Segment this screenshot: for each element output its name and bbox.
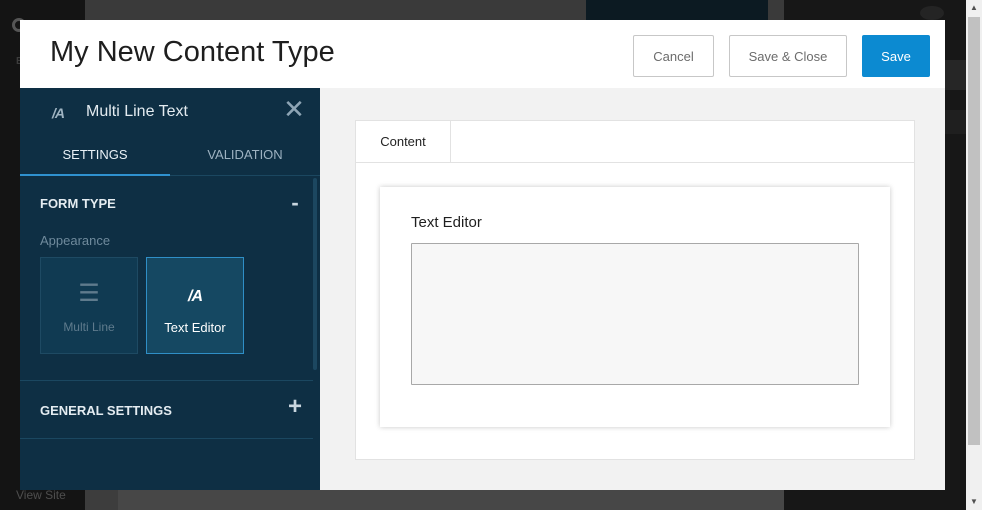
form-type-option-label: Multi Line bbox=[63, 320, 115, 334]
tab-validation[interactable]: VALIDATION bbox=[170, 140, 320, 176]
lines-icon: ☰ bbox=[78, 280, 100, 307]
form-type-option-text-editor[interactable]: /A Text Editor bbox=[146, 257, 244, 354]
form-type-title[interactable]: FORM TYPE bbox=[40, 196, 116, 211]
modal-header: My New Content Type Cancel Save & Close … bbox=[20, 20, 945, 88]
appearance-label: Appearance bbox=[40, 233, 111, 248]
page-scrollbar[interactable]: ▲ ▼ bbox=[966, 0, 982, 510]
collapse-icon[interactable]: - bbox=[286, 192, 304, 214]
text-editor-field[interactable] bbox=[411, 243, 859, 385]
text-editor-icon: /A bbox=[52, 105, 65, 121]
form-type-section: FORM TYPE - Appearance ☰ Multi Line /A T… bbox=[20, 176, 313, 381]
settings-panel-body: FORM TYPE - Appearance ☰ Multi Line /A T… bbox=[20, 176, 320, 490]
scroll-down-arrow-icon[interactable]: ▼ bbox=[966, 494, 982, 510]
cancel-button[interactable]: Cancel bbox=[633, 35, 714, 77]
expand-icon[interactable]: + bbox=[286, 395, 304, 419]
modal-title: My New Content Type bbox=[50, 36, 335, 68]
tab-content[interactable]: Content bbox=[356, 121, 451, 163]
form-type-option-multi-line[interactable]: ☰ Multi Line bbox=[40, 257, 138, 354]
tab-settings[interactable]: SETTINGS bbox=[20, 140, 170, 176]
content-preview-area: Content Text Editor bbox=[320, 88, 945, 490]
field-preview[interactable]: Text Editor bbox=[380, 187, 890, 427]
text-editor-icon: /A bbox=[188, 288, 203, 305]
save-and-close-button[interactable]: Save & Close bbox=[729, 35, 847, 77]
content-preview-card: Content Text Editor bbox=[355, 120, 915, 460]
background-top-panel bbox=[586, 0, 768, 20]
scrollbar-thumb[interactable] bbox=[968, 17, 980, 445]
content-tabbar: Content bbox=[356, 121, 914, 163]
background-bottom-strip bbox=[118, 490, 784, 510]
field-preview-label: Text Editor bbox=[411, 214, 482, 231]
background-avatar-icon bbox=[920, 6, 944, 20]
settings-tabs: SETTINGS VALIDATION bbox=[20, 140, 320, 176]
general-settings-title[interactable]: GENERAL SETTINGS bbox=[40, 403, 172, 418]
close-icon[interactable]: ✕ bbox=[283, 96, 305, 123]
content-type-modal: My New Content Type Cancel Save & Close … bbox=[20, 20, 945, 490]
field-settings-panel: /A Multi Line Text ✕ SETTINGS VALIDATION… bbox=[20, 88, 320, 490]
settings-panel-scrollbar[interactable] bbox=[313, 178, 317, 370]
field-settings-title: Multi Line Text bbox=[86, 103, 188, 120]
background-view-site-link: View Site bbox=[16, 488, 66, 502]
general-settings-section: GENERAL SETTINGS + bbox=[20, 381, 313, 439]
save-button[interactable]: Save bbox=[862, 35, 930, 77]
form-type-option-label: Text Editor bbox=[164, 320, 226, 335]
scroll-up-arrow-icon[interactable]: ▲ bbox=[966, 0, 982, 16]
field-settings-header: /A Multi Line Text ✕ bbox=[20, 88, 320, 134]
